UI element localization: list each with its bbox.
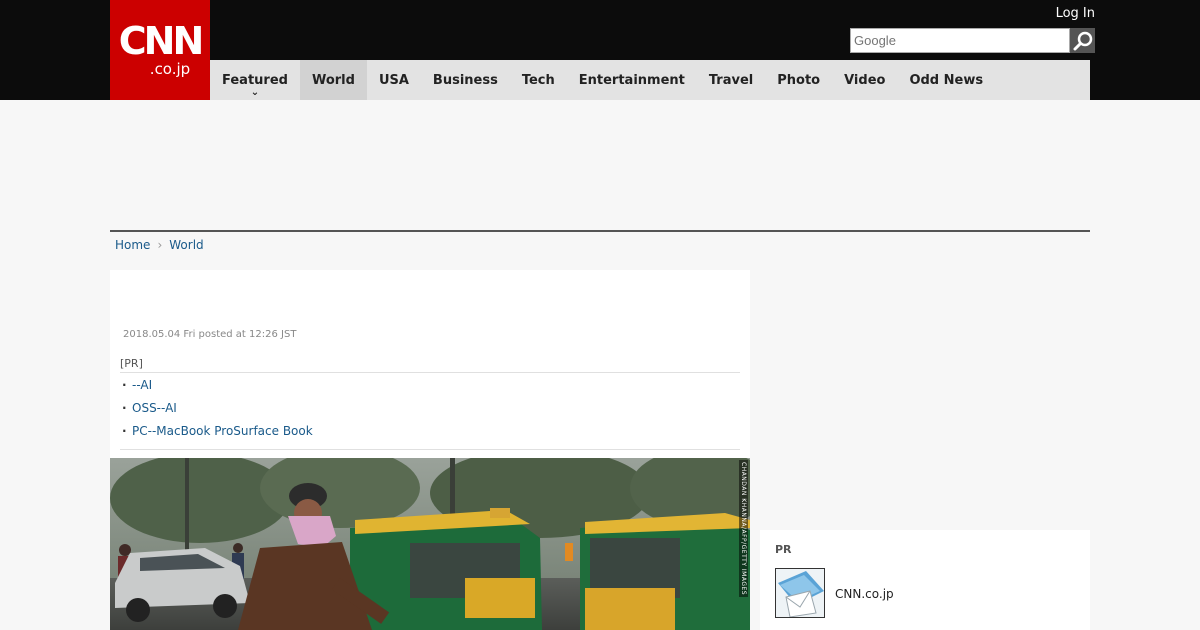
sidebar-pr-box: PR CNN.co.jp [760,530,1090,630]
search-button[interactable] [1070,28,1095,53]
sidebar-pr-label: PR [775,543,792,556]
pr-link[interactable]: PC--MacBook ProSurface Book [132,424,313,438]
main-nav: Featured ⌄ World USA Business Tech Enter… [210,60,1090,100]
login-link[interactable]: Log In [1056,6,1095,21]
sidebar-thumbnail[interactable] [775,568,825,618]
list-item: PC--MacBook ProSurface Book [120,420,740,443]
street-photo-image [110,458,750,630]
search-input[interactable] [850,28,1070,53]
pr-link[interactable]: --AI [132,378,152,392]
nav-odd-news-label: Odd News [909,72,984,88]
list-item: --AI [120,374,740,397]
chevron-down-icon: ⌄ [250,87,260,98]
nav-tech-label: Tech [521,72,555,88]
cnn-logo[interactable]: CNN .co.jp [110,0,210,100]
article-photo: CHANDAN KHANNA/AFP/GETTY IMAGES [110,458,750,630]
pr-list: --AI OSS--AI PC--MacBook ProSurface Book [120,373,740,450]
tablet-mail-icon [776,569,824,617]
breadcrumb-world[interactable]: World [169,238,203,252]
nav-odd-news[interactable]: Odd News [897,60,995,100]
section-divider [110,230,1090,232]
list-item: OSS--AI [120,397,740,420]
nav-video[interactable]: Video [832,60,897,100]
photo-credit: CHANDAN KHANNA/AFP/GETTY IMAGES [739,460,748,598]
nav-entertainment-label: Entertainment [578,72,685,88]
nav-tech[interactable]: Tech [510,60,567,100]
chevron-right-icon: › [157,238,163,252]
article-card: 2018.05.04 Fri posted at 12:26 JST [PR] … [110,270,750,630]
nav-featured-label: Featured [222,72,288,88]
magnifier-icon [1073,31,1092,50]
nav-usa[interactable]: USA [367,60,421,100]
nav-usa-label: USA [378,72,409,88]
breadcrumb: Home › World [115,238,204,252]
nav-travel-label: Travel [708,72,754,88]
nav-world-label: World [311,72,355,88]
nav-travel[interactable]: Travel [697,60,765,100]
sidebar-item-text[interactable]: CNN.co.jp [835,587,894,601]
logo-wordmark: CNN [118,19,204,63]
nav-video-label: Video [844,72,886,88]
breadcrumb-home[interactable]: Home [115,238,150,252]
article-dateline: 2018.05.04 Fri posted at 12:26 JST [123,329,297,340]
pr-links-box: [PR] --AI OSS--AI PC--MacBook ProSurface… [120,357,740,450]
nav-business[interactable]: Business [421,60,510,100]
pr-label: [PR] [120,357,740,373]
nav-photo-label: Photo [777,72,821,88]
nav-featured[interactable]: Featured ⌄ [210,60,300,100]
nav-photo[interactable]: Photo [765,60,832,100]
logo-domain: .co.jp [149,60,191,78]
nav-world[interactable]: World [299,60,367,100]
pr-link[interactable]: OSS--AI [132,401,177,415]
nav-business-label: Business [432,72,498,88]
nav-entertainment[interactable]: Entertainment [567,60,697,100]
